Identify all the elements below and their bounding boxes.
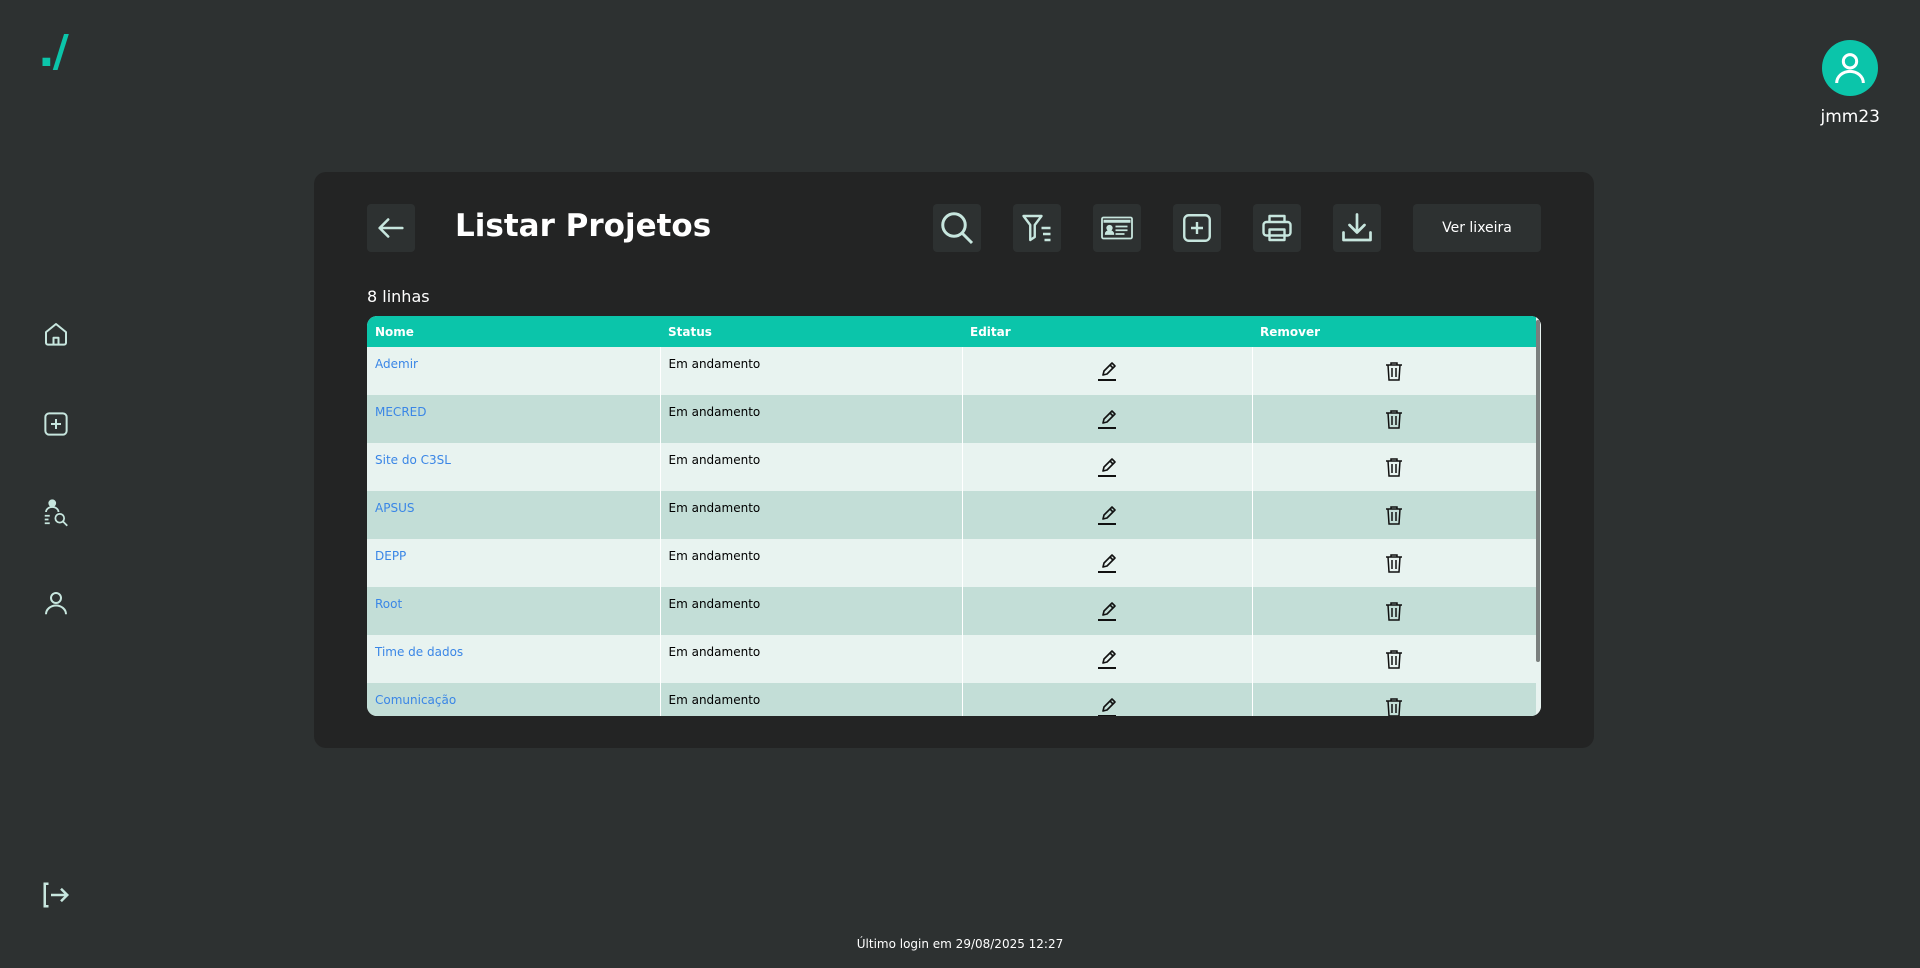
status-cell: Em andamento: [660, 395, 963, 443]
main-panel: Listar Projetos Ver lixeira 8 linhas Nom…: [314, 172, 1594, 748]
user-search-icon[interactable]: [38, 494, 74, 530]
project-link[interactable]: MECRED: [375, 405, 426, 419]
avatar[interactable]: [1822, 40, 1879, 96]
edit-icon[interactable]: [1095, 551, 1119, 575]
trash-icon[interactable]: [1382, 407, 1406, 431]
column-header-nome[interactable]: Nome: [367, 316, 660, 347]
project-link[interactable]: Ademir: [375, 357, 418, 371]
column-header-remover: Remover: [1260, 324, 1321, 339]
view-trash-button[interactable]: Ver lixeira: [1413, 204, 1541, 252]
status-cell: Em andamento: [660, 683, 963, 716]
table-row: Site do C3SL Em andamento: [367, 443, 1536, 491]
status-cell: Em andamento: [660, 347, 963, 395]
table-row: Comunicação Em andamento: [367, 683, 1536, 716]
search-button[interactable]: [933, 204, 981, 252]
table-row: Root Em andamento: [367, 587, 1536, 635]
last-login: Último login em 29/08/2025 12:27: [856, 937, 1064, 951]
arrow-left-icon: [378, 218, 404, 238]
search-icon: [941, 212, 974, 245]
download-button[interactable]: [1333, 204, 1381, 252]
project-link[interactable]: Time de dados: [375, 645, 463, 659]
trash-icon[interactable]: [1382, 359, 1406, 383]
id-card-button[interactable]: [1093, 204, 1141, 252]
projects-table: Nome Status Editar Remover Ademir Em and…: [367, 316, 1541, 716]
edit-icon[interactable]: [1095, 695, 1119, 716]
status-cell: Em andamento: [660, 443, 963, 491]
project-link[interactable]: Root: [375, 597, 402, 611]
status-cell: Em andamento: [660, 539, 963, 587]
table-row: MECRED Em andamento: [367, 395, 1536, 443]
trash-icon[interactable]: [1382, 551, 1406, 575]
trash-icon[interactable]: [1382, 455, 1406, 479]
trash-icon[interactable]: [1382, 647, 1406, 671]
print-icon: [1262, 214, 1292, 242]
table-row: APSUS Em andamento: [367, 491, 1536, 539]
user-menu: jmm23: [1821, 40, 1880, 127]
filter-button[interactable]: [1013, 204, 1061, 252]
trash-icon[interactable]: [1382, 599, 1406, 623]
table-row: Ademir Em andamento: [367, 347, 1536, 395]
column-header-status[interactable]: Status: [660, 316, 962, 347]
logout-icon[interactable]: [38, 877, 74, 913]
status-cell: Em andamento: [660, 587, 963, 635]
edit-icon[interactable]: [1095, 455, 1119, 479]
edit-icon[interactable]: [1095, 503, 1119, 527]
project-link[interactable]: Comunicação: [375, 693, 456, 707]
trash-icon[interactable]: [1382, 503, 1406, 527]
edit-icon[interactable]: [1095, 647, 1119, 671]
project-link[interactable]: DEPP: [375, 549, 406, 563]
edit-icon[interactable]: [1095, 359, 1119, 383]
add-button[interactable]: [1173, 204, 1221, 252]
add-icon: [1183, 214, 1211, 242]
add-project-icon[interactable]: [38, 406, 74, 442]
project-link[interactable]: APSUS: [375, 501, 414, 515]
status-cell: Em andamento: [660, 491, 963, 539]
column-header-editar: Editar: [970, 324, 1011, 339]
id-card-icon: [1101, 216, 1133, 240]
table-row: Time de dados Em andamento: [367, 635, 1536, 683]
table-row: DEPP Em andamento: [367, 539, 1536, 587]
row-count: 8 linhas: [367, 287, 430, 306]
project-link[interactable]: Site do C3SL: [375, 453, 451, 467]
user-icon[interactable]: [38, 585, 74, 621]
table-header-row: Nome Status Editar Remover: [367, 316, 1536, 347]
print-button[interactable]: [1253, 204, 1301, 252]
edit-icon[interactable]: [1095, 407, 1119, 431]
back-button[interactable]: [367, 204, 415, 252]
scrollbar-thumb[interactable]: [1536, 320, 1540, 662]
app-logo[interactable]: ./: [38, 30, 69, 74]
status-cell: Em andamento: [660, 635, 963, 683]
download-icon: [1342, 213, 1372, 242]
home-icon[interactable]: [38, 316, 74, 352]
filter-icon: [1022, 214, 1051, 242]
trash-icon[interactable]: [1382, 695, 1406, 716]
page-title: Listar Projetos: [455, 208, 712, 244]
username: jmm23: [1820, 107, 1880, 127]
edit-icon[interactable]: [1095, 599, 1119, 623]
